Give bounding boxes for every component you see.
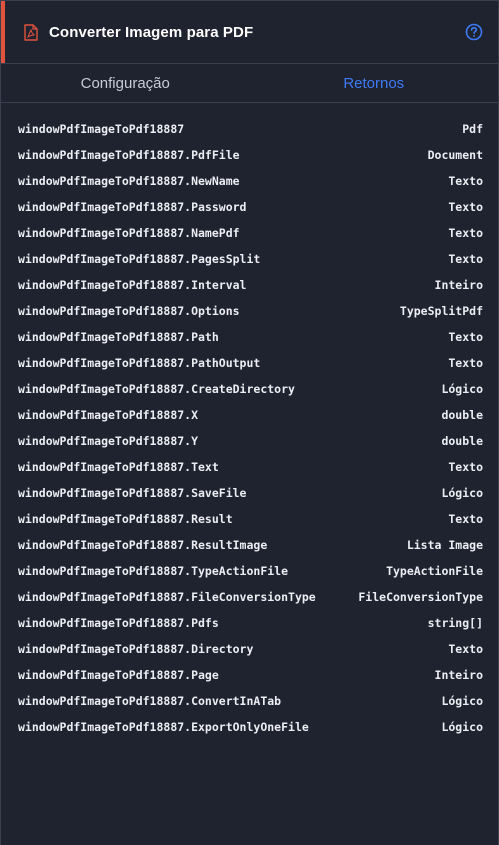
list-item: windowPdfImageToPdf18887.CreateDirectory… (1, 376, 498, 402)
return-name: windowPdfImageToPdf18887.ConvertInATab (18, 694, 282, 708)
list-item: windowPdfImageToPdf18887.Pdfs string[] (1, 610, 498, 636)
return-name: windowPdfImageToPdf18887.TypeActionFile (18, 564, 289, 578)
return-type: Lista Image (406, 538, 483, 552)
return-name: windowPdfImageToPdf18887.Path (18, 330, 219, 344)
list-item: windowPdfImageToPdf18887.FileConversionT… (1, 584, 498, 610)
list-item: windowPdfImageToPdf18887.ExportOnlyOneFi… (1, 714, 498, 740)
list-item: windowPdfImageToPdf18887.NamePdf Texto (1, 220, 498, 246)
list-item: windowPdfImageToPdf18887.PagesSplit Texto (1, 246, 498, 272)
converter-panel: Converter Imagem para PDF Configuração R… (0, 0, 499, 845)
return-type: string[] (427, 616, 483, 630)
question-circle-icon[interactable] (465, 23, 483, 41)
return-name: windowPdfImageToPdf18887.PdfFile (18, 148, 240, 162)
return-type: Lógico (441, 720, 483, 734)
list-item: windowPdfImageToPdf18887.ResultImage List… (1, 532, 498, 558)
list-item: windowPdfImageToPdf18887.PdfFile Document (1, 142, 498, 168)
return-type: Texto (448, 642, 483, 656)
return-type: double (441, 434, 483, 448)
return-type: Texto (448, 174, 483, 188)
list-item: windowPdfImageToPdf18887.Y double (1, 428, 498, 454)
return-name: windowPdfImageToPdf18887.Page (18, 668, 219, 682)
return-type: Document (427, 148, 483, 162)
page-title: Converter Imagem para PDF (49, 23, 254, 41)
return-name: windowPdfImageToPdf18887.Options (18, 304, 240, 318)
return-name: windowPdfImageToPdf18887.SaveFile (18, 486, 247, 500)
list-item: windowPdfImageToPdf18887.Result Texto (1, 506, 498, 532)
return-type: FileConversionType (358, 590, 483, 604)
return-name: windowPdfImageToPdf18887.PagesSplit (18, 252, 261, 266)
list-item: windowPdfImageToPdf18887.Password Texto (1, 194, 498, 220)
tab-bar: Configuração Retornos (1, 64, 498, 103)
list-item: windowPdfImageToPdf18887.ConvertInATab Ló… (1, 688, 498, 714)
return-type: Lógico (441, 694, 483, 708)
list-item: windowPdfImageToPdf18887.Path Texto (1, 324, 498, 350)
tab-retornos[interactable]: Retornos (250, 64, 499, 102)
return-type: Lógico (441, 486, 483, 500)
return-type: Texto (448, 226, 483, 240)
return-name: windowPdfImageToPdf18887.Password (18, 200, 247, 214)
return-name: windowPdfImageToPdf18887.Y (18, 434, 199, 448)
return-type: Texto (448, 200, 483, 214)
return-name: windowPdfImageToPdf18887.X (18, 408, 199, 422)
header-accent-bar (1, 1, 5, 63)
return-name: windowPdfImageToPdf18887.CreateDirectory (18, 382, 295, 396)
return-type: Texto (448, 330, 483, 344)
list-item: windowPdfImageToPdf18887.Text Texto (1, 454, 498, 480)
return-name: windowPdfImageToPdf18887.ResultImage (18, 538, 268, 552)
return-type: Pdf (462, 122, 483, 136)
return-type: Lógico (441, 382, 483, 396)
return-name: windowPdfImageToPdf18887.Pdfs (18, 616, 219, 630)
panel-header: Converter Imagem para PDF (1, 1, 498, 64)
file-pdf-icon (23, 23, 39, 41)
return-name: windowPdfImageToPdf18887.Result (18, 512, 233, 526)
return-name: windowPdfImageToPdf18887.PathOutput (18, 356, 261, 370)
return-type: Texto (448, 460, 483, 474)
return-type: TypeSplitPdf (399, 304, 483, 318)
list-item: windowPdfImageToPdf18887.Directory Texto (1, 636, 498, 662)
list-item: windowPdfImageToPdf18887.Options TypeSpli… (1, 298, 498, 324)
list-item: windowPdfImageToPdf18887.PathOutput Texto (1, 350, 498, 376)
return-name: windowPdfImageToPdf18887.Directory (18, 642, 254, 656)
return-name: windowPdfImageToPdf18887 (18, 122, 185, 136)
list-item: windowPdfImageToPdf18887.NewName Texto (1, 168, 498, 194)
return-type: Texto (448, 252, 483, 266)
list-item: windowPdfImageToPdf18887.X double (1, 402, 498, 428)
list-item: windowPdfImageToPdf18887.Interval Inteiro (1, 272, 498, 298)
return-name: windowPdfImageToPdf18887.FileConversionT… (18, 590, 316, 604)
list-item: windowPdfImageToPdf18887.Page Inteiro (1, 662, 498, 688)
return-type: Inteiro (434, 278, 483, 292)
list-item: windowPdfImageToPdf18887 Pdf (1, 116, 498, 142)
return-name: windowPdfImageToPdf18887.Interval (18, 278, 247, 292)
return-name: windowPdfImageToPdf18887.NewName (18, 174, 240, 188)
return-type: TypeActionFile (386, 564, 483, 578)
list-item: windowPdfImageToPdf18887.TypeActionFile T… (1, 558, 498, 584)
return-name: windowPdfImageToPdf18887.NamePdf (18, 226, 240, 240)
returns-list: windowPdfImageToPdf18887 Pdf windowPdfIma… (1, 103, 498, 740)
return-name: windowPdfImageToPdf18887.ExportOnlyOneFi… (18, 720, 309, 734)
return-type: Texto (448, 512, 483, 526)
return-type: double (441, 408, 483, 422)
return-type: Texto (448, 356, 483, 370)
return-type: Inteiro (434, 668, 483, 682)
return-name: windowPdfImageToPdf18887.Text (18, 460, 219, 474)
tab-configuracao[interactable]: Configuração (1, 64, 250, 102)
list-item: windowPdfImageToPdf18887.SaveFile Lógico (1, 480, 498, 506)
